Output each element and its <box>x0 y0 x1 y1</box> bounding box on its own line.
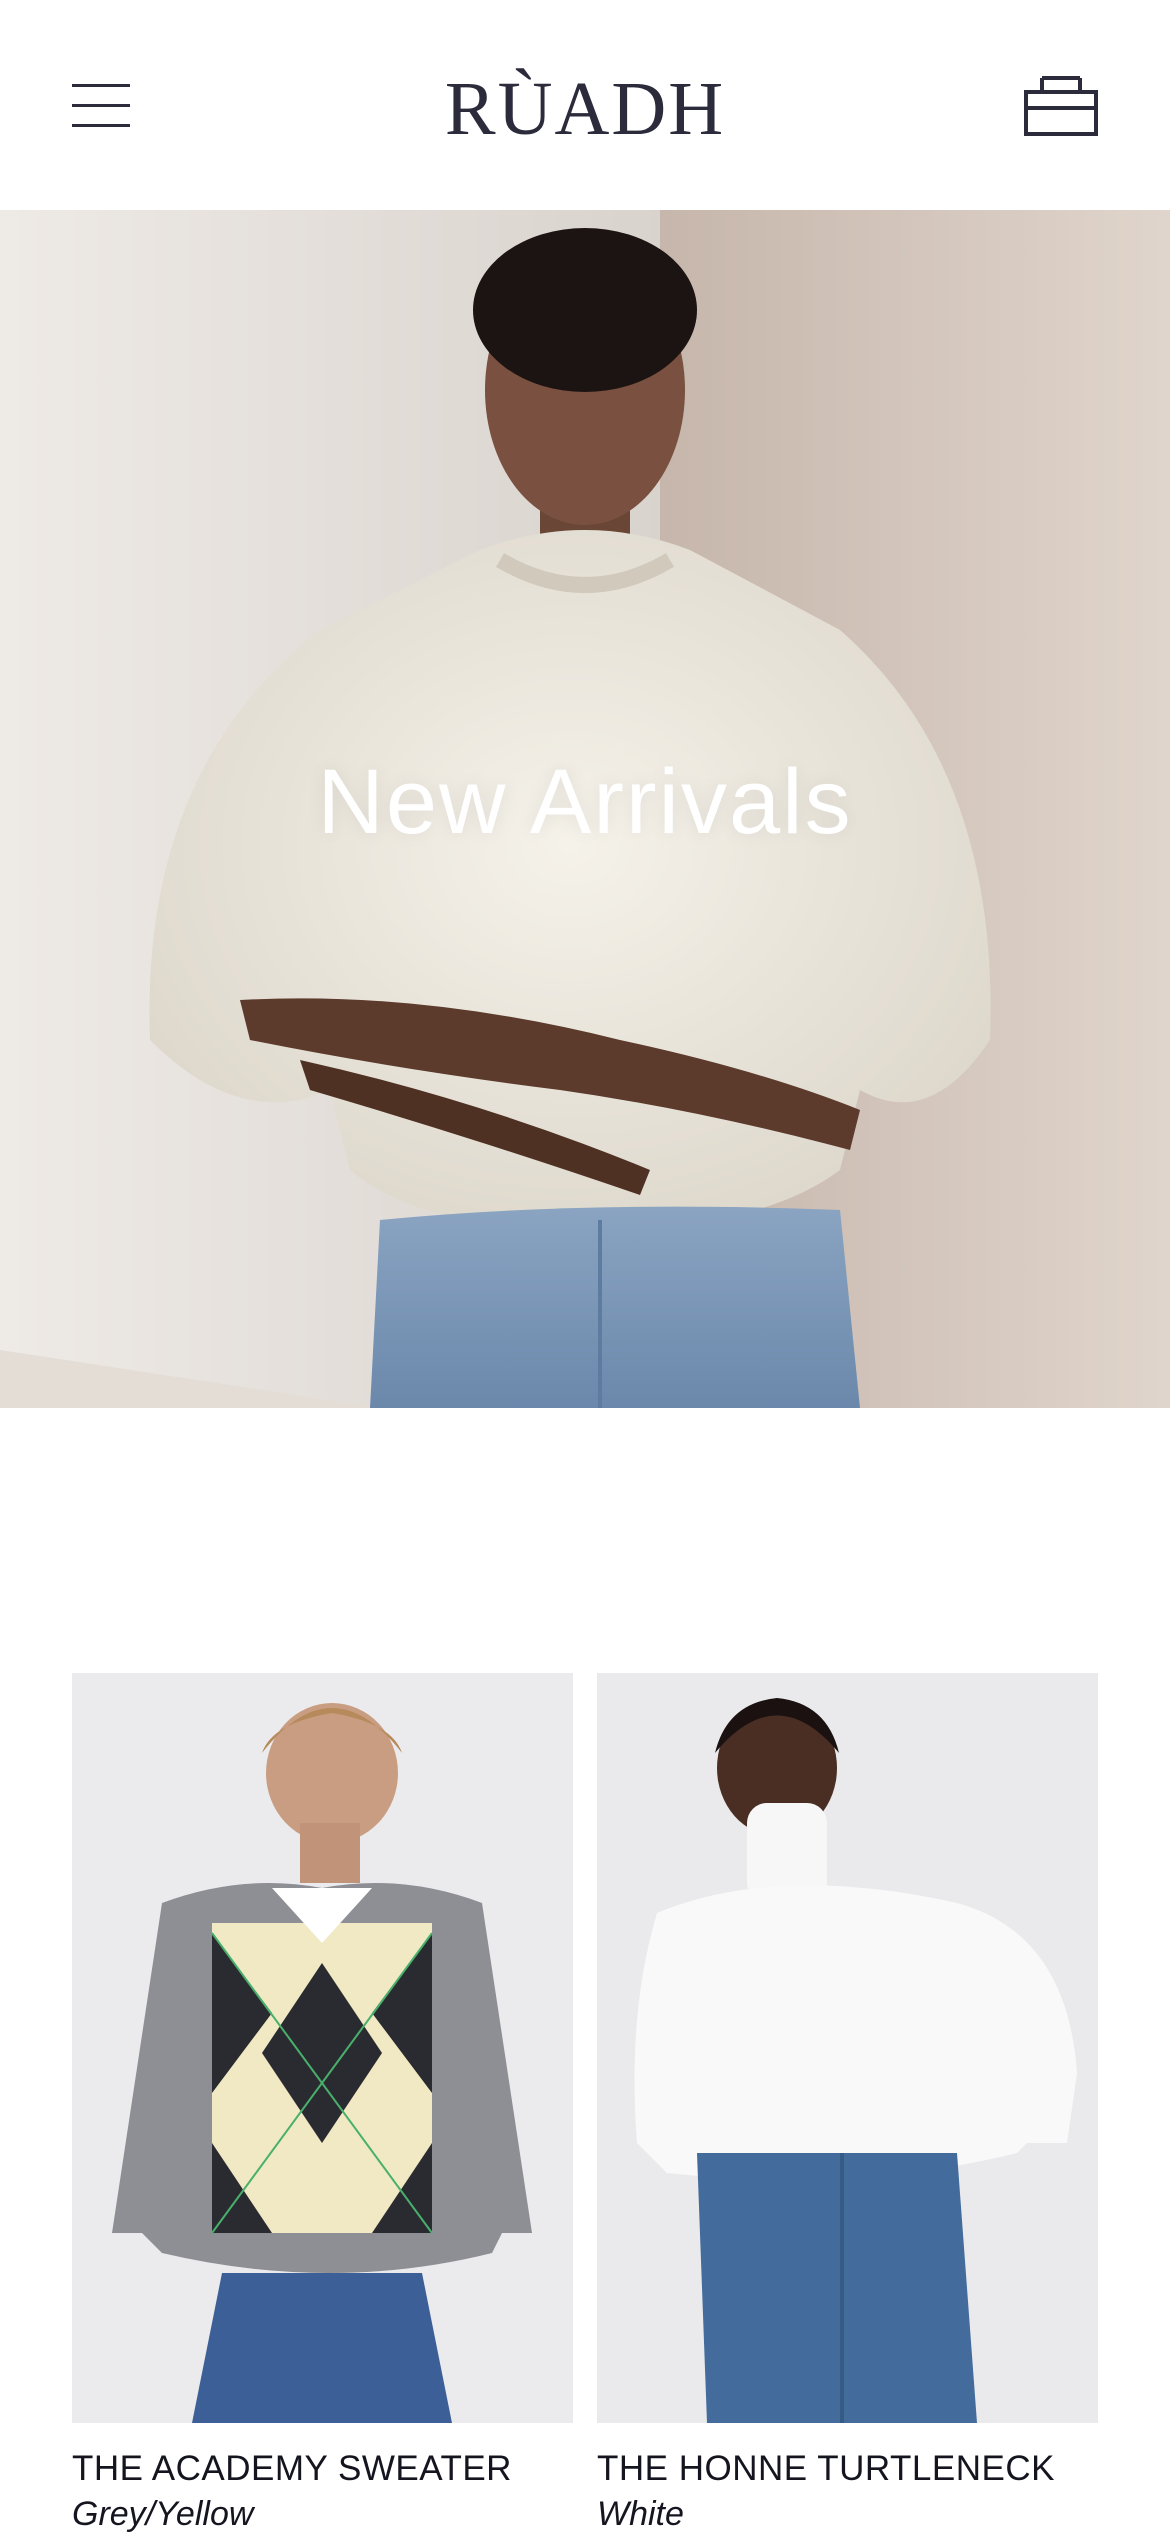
product-variant: White <box>597 2495 684 2533</box>
product-name[interactable]: THE HONNE TURTLENECK <box>597 2449 1098 2489</box>
hero-title[interactable]: New Arrivals <box>0 750 1170 855</box>
shopping-bag-icon[interactable] <box>1018 64 1104 144</box>
product-image[interactable] <box>597 1673 1098 2423</box>
brand-logo[interactable]: RÙADH <box>385 50 785 150</box>
hamburger-menu-icon[interactable] <box>60 70 140 140</box>
product-variant: Grey/Yellow <box>72 2495 254 2533</box>
product-card[interactable]: THE ACADEMY SWEATER Grey/Yellow <box>72 1673 573 2534</box>
hero-banner[interactable]: New Arrivals <box>0 210 1170 1408</box>
product-image[interactable] <box>72 1673 573 2423</box>
top-bar: RÙADH <box>0 0 1170 210</box>
product-name[interactable]: THE ACADEMY SWEATER <box>72 2449 573 2489</box>
brand-logo-text: RÙADH <box>445 67 725 150</box>
product-card[interactable]: THE HONNE TURTLENECK White <box>597 1673 1098 2534</box>
